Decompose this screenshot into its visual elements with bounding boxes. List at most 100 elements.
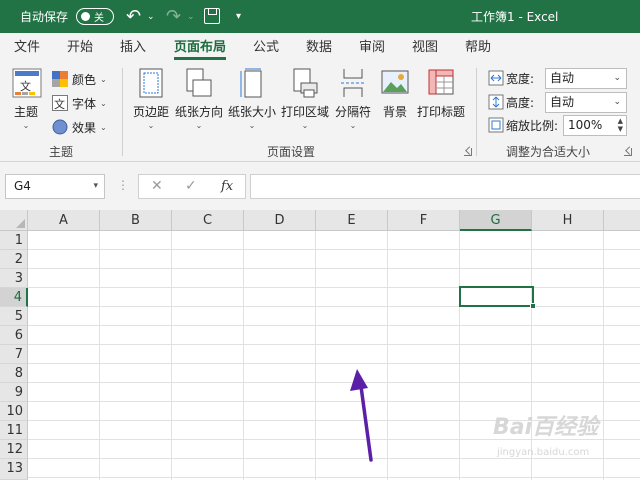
page-setup-launcher-icon[interactable]	[464, 148, 472, 156]
window-title: 工作簿1 - Excel	[471, 10, 559, 24]
themes-icon: 文	[12, 68, 42, 98]
formula-input[interactable]	[250, 174, 640, 199]
chevron-down-icon: ⌄	[248, 121, 256, 130]
row-header-13[interactable]: 13	[0, 459, 28, 480]
tab-home[interactable]: 开始	[67, 33, 93, 62]
orientation-icon	[185, 68, 213, 98]
print-area-icon	[291, 68, 319, 98]
tab-page-layout[interactable]: 页面布局	[174, 33, 227, 62]
theme-colors-button[interactable]: 颜色 ⌄	[52, 68, 107, 90]
breaks-button[interactable]: 分隔符 ⌄	[335, 68, 371, 130]
column-header-E[interactable]: E	[316, 210, 388, 231]
print-area-button[interactable]: 打印区域 ⌄	[281, 68, 329, 130]
chevron-down-icon: ⌄	[100, 98, 107, 108]
palette-icon	[52, 71, 68, 87]
scale-spinner[interactable]: 100% ▲ ▼	[563, 115, 627, 136]
save-icon[interactable]	[204, 8, 220, 24]
print-titles-button[interactable]: 打印标题	[417, 68, 465, 120]
page-size-label: 纸张大小	[228, 105, 277, 119]
row-header-9[interactable]: 9	[0, 383, 28, 402]
tab-help[interactable]: 帮助	[465, 33, 491, 62]
formula-bar: G4 ▾ ⋮ ✕ ✓ fx	[0, 162, 640, 210]
column-header-H[interactable]: H	[532, 210, 604, 231]
orientation-button[interactable]: 纸张方向 ⌄	[175, 68, 223, 130]
height-icon	[488, 94, 504, 110]
print-titles-label: 打印标题	[417, 105, 466, 119]
page-size-button[interactable]: 纸张大小 ⌄	[228, 68, 276, 130]
tab-formulas[interactable]: 公式	[253, 33, 279, 62]
background-image-icon	[381, 68, 409, 98]
chevron-down-icon: ⌄	[100, 122, 107, 132]
chevron-down-icon: ⌄	[301, 121, 309, 130]
undo-dropdown-icon[interactable]: ⌄	[147, 0, 155, 33]
annotation-arrow-icon	[350, 369, 373, 462]
margins-icon	[137, 68, 165, 98]
group-divider	[476, 68, 477, 156]
ribbon-page-layout: 文 主题 ⌄ 颜色 ⌄ 文 字体 ⌄ 效果 ⌄ 主题 页边距 ⌄ 纸张方向 ⌄ …	[0, 62, 640, 162]
breaks-label: 分隔符	[335, 105, 372, 119]
baidu-watermark: Bai百经验 jingyan.baidu.com	[485, 405, 635, 465]
theme-fonts-button[interactable]: 文 字体 ⌄	[52, 92, 107, 114]
chevron-down-icon: ⌄	[147, 121, 155, 130]
chevron-down-icon: ⌄	[349, 121, 357, 130]
row-header-8[interactable]: 8	[0, 364, 28, 383]
select-all-button[interactable]	[0, 210, 28, 231]
scale-launcher-icon[interactable]	[624, 148, 632, 156]
tab-data[interactable]: 数据	[306, 33, 332, 62]
column-header-A[interactable]: A	[28, 210, 100, 231]
row-header-11[interactable]: 11	[0, 421, 28, 440]
themes-button[interactable]: 文 主题 ⌄	[12, 68, 42, 130]
fill-handle[interactable]	[530, 303, 536, 309]
column-header-B[interactable]: B	[100, 210, 172, 231]
row-header-1[interactable]: 1	[0, 231, 28, 250]
enter-icon[interactable]: ✓	[185, 175, 197, 198]
ribbon-tabs: 文件 开始 插入 页面布局 公式 数据 审阅 视图 帮助	[0, 33, 640, 62]
formula-buttons: ✕ ✓ fx	[138, 174, 246, 199]
row-header-4[interactable]: 4	[0, 288, 28, 307]
height-row: 高度:	[488, 92, 534, 112]
background-label: 背景	[382, 105, 407, 119]
title-bar: 自动保存 关 ↶ ⌄ ↷ ⌄ ▾ 工作簿1 - Excel	[0, 0, 640, 33]
watermark-logo: Bai百经验	[493, 415, 599, 440]
undo-icon[interactable]: ↶	[126, 0, 141, 33]
redo-icon[interactable]: ↷	[166, 0, 181, 33]
column-header-partial[interactable]	[604, 210, 640, 231]
column-header-D[interactable]: D	[244, 210, 316, 231]
cancel-icon[interactable]: ✕	[151, 175, 163, 198]
group-divider	[122, 68, 123, 156]
active-cell-G4[interactable]	[459, 286, 536, 309]
theme-effects-button[interactable]: 效果 ⌄	[52, 116, 107, 138]
row-header-10[interactable]: 10	[0, 402, 28, 421]
width-select[interactable]: 自动 ⌄	[545, 68, 627, 89]
column-header-G[interactable]: G	[460, 210, 532, 231]
background-button[interactable]: 背景	[381, 68, 409, 120]
margins-button[interactable]: 页边距 ⌄	[133, 68, 169, 130]
page-setup-group-label: 页面设置	[267, 145, 316, 159]
redo-dropdown-icon[interactable]: ⌄	[187, 0, 195, 33]
width-label: 宽度:	[506, 71, 535, 86]
tab-view[interactable]: 视图	[412, 33, 438, 62]
autosave-toggle[interactable]: 关	[76, 8, 114, 25]
row-header-6[interactable]: 6	[0, 326, 28, 345]
column-header-F[interactable]: F	[388, 210, 460, 231]
row-header-7[interactable]: 7	[0, 345, 28, 364]
spinner-arrows-icon[interactable]: ▲ ▼	[618, 117, 623, 133]
autosave-state: 关	[94, 13, 104, 24]
insert-function-icon[interactable]: fx	[221, 175, 233, 198]
row-header-3[interactable]: 3	[0, 269, 28, 288]
height-select[interactable]: 自动 ⌄	[545, 92, 627, 113]
name-box-value: G4	[14, 179, 31, 193]
tab-file[interactable]: 文件	[14, 33, 40, 62]
svg-text:文: 文	[54, 97, 65, 111]
drag-handle-icon[interactable]: ⋮	[117, 178, 129, 192]
toggle-knob	[81, 12, 90, 21]
watermark-url: jingyan.baidu.com	[497, 447, 590, 458]
row-header-5[interactable]: 5	[0, 307, 28, 326]
row-header-12[interactable]: 12	[0, 440, 28, 459]
column-header-C[interactable]: C	[172, 210, 244, 231]
row-header-2[interactable]: 2	[0, 250, 28, 269]
name-box[interactable]: G4 ▾	[5, 174, 105, 199]
tab-review[interactable]: 审阅	[359, 33, 385, 62]
tab-insert[interactable]: 插入	[120, 33, 146, 62]
customize-qat-icon[interactable]: ▾	[236, 0, 241, 33]
